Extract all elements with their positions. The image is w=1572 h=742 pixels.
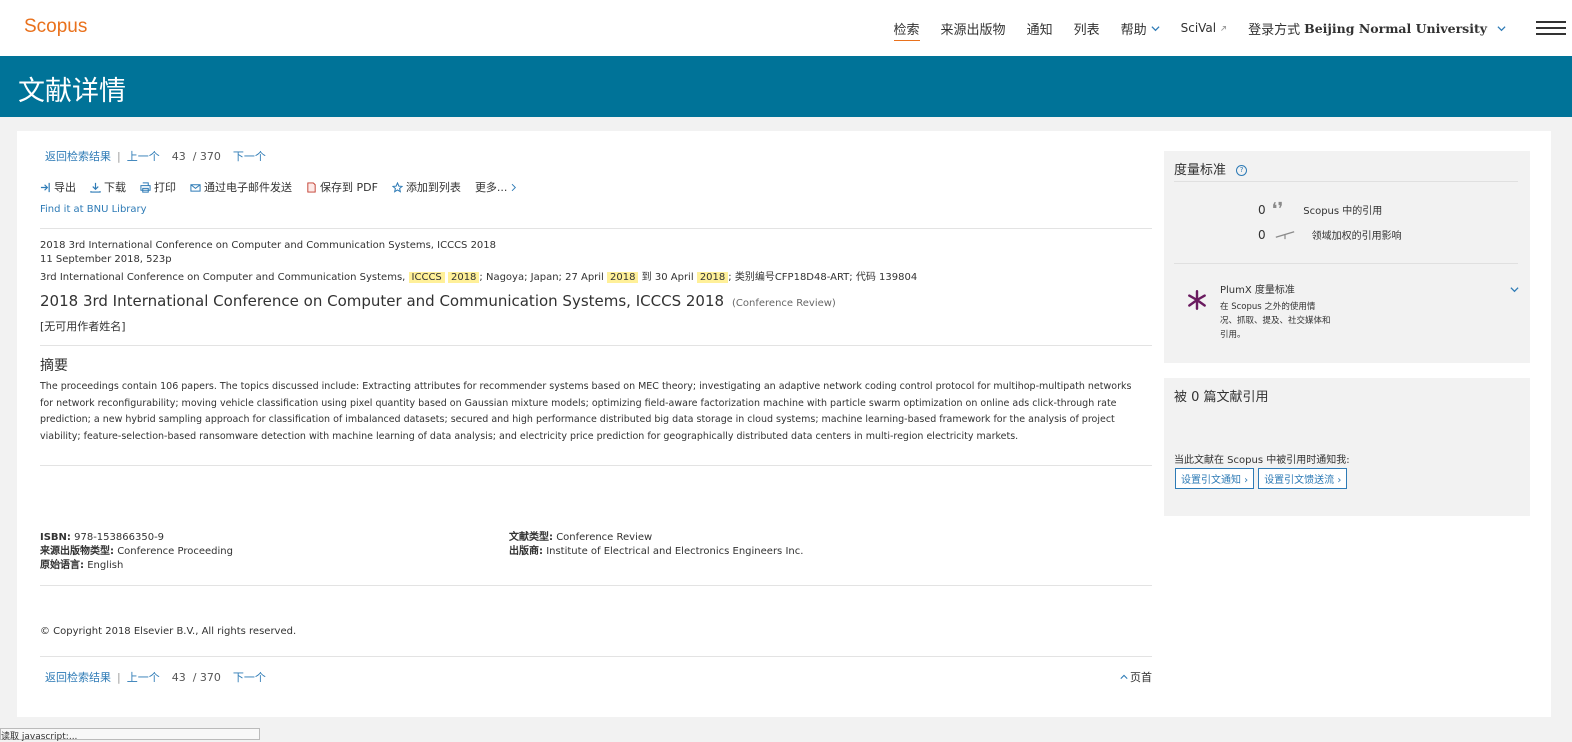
chevron-down-icon [1497,25,1506,31]
more-button[interactable]: 更多... [475,179,519,195]
star-icon [391,181,403,193]
result-position: 43 / 370 [171,670,221,684]
meta-left: ISBN: 978-153866350-9 来源出版物类型: Conferenc… [40,532,233,571]
meta-right: 文献类型: Conference Review 出版商: Institute o… [509,532,804,557]
title-band: 文献详情 [0,56,1572,117]
set-citation-feed-button[interactable]: 设置引文馈送流 › [1258,468,1348,489]
back-to-top-link[interactable]: 页首 [1120,669,1152,685]
browser-status-bar: 读取 javascript:... [0,728,260,742]
next-link[interactable]: 下一个 [233,148,266,164]
back-to-results-link[interactable]: 返回检索结果 [45,148,111,164]
nav-search[interactable]: 检索 [893,19,920,41]
highlight-term: 2018 [696,272,729,283]
highlight-term: ICCCS [408,272,445,283]
pager-bottom: 返回检索结果 | 上一个 43 / 370 下一个 [45,669,266,685]
institution-name: Beijing Normal University [1304,20,1487,36]
chevron-down-icon[interactable] [1510,285,1519,294]
plumx-title: PlumX 度量标准 [1220,285,1295,296]
source-date: 11 September 2018, 523p [40,254,172,265]
copyright: © Copyright 2018 Elsevier B.V., All righ… [40,626,297,637]
email-button[interactable]: 通过电子邮件发送 [190,179,292,195]
citation-label: Scopus 中的引用 [1303,206,1383,217]
chevron-down-icon [1151,25,1160,31]
chevron-right-icon [512,183,517,191]
menu-icon[interactable] [1536,21,1566,35]
abstract-heading: 摘要 [40,358,68,374]
print-button[interactable]: 打印 [140,179,176,195]
save-pdf-button[interactable]: 保存到 PDF [306,179,378,195]
find-it-link[interactable]: Find it at BNU Library [40,204,147,215]
chevron-up-icon [1120,674,1128,679]
source-type-value: Conference Proceeding [117,546,233,557]
email-icon [190,183,201,192]
citation-count: 0 [1258,202,1266,217]
nav-help[interactable]: 帮助 [1121,19,1160,38]
plumx-description: 在 Scopus 之外的使用情况、抓取、提及、社交媒体和引用。 [1220,302,1331,340]
download-icon [90,182,101,193]
nav-sources[interactable]: 来源出版物 [941,19,1006,38]
nav-scival[interactable]: SciVal [1181,21,1228,35]
export-button[interactable]: 导出 [40,179,76,195]
publisher-value: Institute of Electrical and Electronics … [546,546,804,557]
alert-buttons: 设置引文通知 › 设置引文馈送流 › [1175,468,1348,489]
prev-link[interactable]: 上一个 [127,148,160,164]
doc-type-value: Conference Review [556,532,653,543]
pdf-icon [307,181,316,193]
export-icon [40,182,50,192]
main-nav: 检索 来源出版物 通知 列表 帮助 SciVal 登录方式 Beijing No… [873,0,1572,56]
download-button[interactable]: 下载 [90,179,126,195]
nav-help-label: 帮助 [1120,22,1147,38]
main-panel: 返回检索结果 | 上一个 43 / 370 下一个 导出 下载 打印 通过电子邮… [17,131,1551,717]
fwci-metric[interactable]: 0 领域加权的引用影响 [1258,227,1402,243]
add-to-list-button[interactable]: 添加到列表 [391,179,461,195]
document-title: 2018 3rd International Conference on Com… [40,292,836,310]
result-position: 43 / 370 [171,149,221,163]
help-icon[interactable]: ? [1236,165,1248,176]
set-citation-alert-button[interactable]: 设置引文通知 › [1175,468,1255,489]
isbn-value: 978-153866350-9 [74,532,165,543]
quote-icon: ❛❜ [1271,199,1284,220]
citation-metric[interactable]: 0 ❛❜ Scopus 中的引用 [1258,199,1382,220]
notify-text: 当此文献在 Scopus 中被引用时通知我: [1174,455,1350,466]
cited-by-heading: 被 0 篇文献引用 [1174,390,1269,405]
scopus-logo[interactable]: Scopus [24,16,87,38]
external-link-icon [1221,25,1227,31]
nav-login[interactable]: 登录方式 Beijing Normal University [1248,19,1506,38]
next-link[interactable]: 下一个 [233,669,266,685]
cited-by-panel: 被 0 篇文献引用 当此文献在 Scopus 中被引用时通知我: 设置引文通知 … [1164,378,1530,516]
document-type-tag: (Conference Review) [732,298,836,309]
authors: [无可用作者姓名] [40,320,126,333]
page-title: 文献详情 [18,76,126,107]
highlight-term: 2018 [607,272,639,283]
highlight-term: 2018 [447,272,480,283]
nav-lists[interactable]: 列表 [1074,19,1100,38]
language-value: English [87,560,124,571]
prev-link[interactable]: 上一个 [127,669,160,685]
action-toolbar: 导出 下载 打印 通过电子邮件发送 保存到 PDF 添加到列表 更多... [40,179,518,195]
plumx-icon [1188,289,1206,311]
top-bar: Scopus 检索 来源出版物 通知 列表 帮助 SciVal 登录方式 Bei… [0,0,1572,56]
nav-scival-label: SciVal [1180,21,1217,35]
pager-top: 返回检索结果 | 上一个 43 / 370 下一个 [45,148,266,164]
fwci-value: 0 [1258,227,1266,242]
print-icon [140,181,151,193]
metrics-heading: 度量标准 ? [1174,159,1248,178]
scale-icon [1275,231,1294,240]
source-title: 2018 3rd International Conference on Com… [40,240,497,251]
nav-alerts[interactable]: 通知 [1027,19,1053,38]
back-to-results-link[interactable]: 返回检索结果 [45,669,111,685]
metrics-panel: 度量标准 ? 0 ❛❜ Scopus 中的引用 0 领域加权的引用影响 Plum… [1164,151,1530,363]
document-details: 返回检索结果 | 上一个 43 / 370 下一个 导出 下载 打印 通过电子邮… [40,131,1152,717]
login-prefix: 登录方式 [1248,22,1301,38]
abstract-text: The proceedings contain 106 papers. The … [40,381,1132,442]
fwci-label: 领域加权的引用影响 [1311,231,1402,242]
source-conference: 3rd International Conference on Computer… [40,272,918,283]
